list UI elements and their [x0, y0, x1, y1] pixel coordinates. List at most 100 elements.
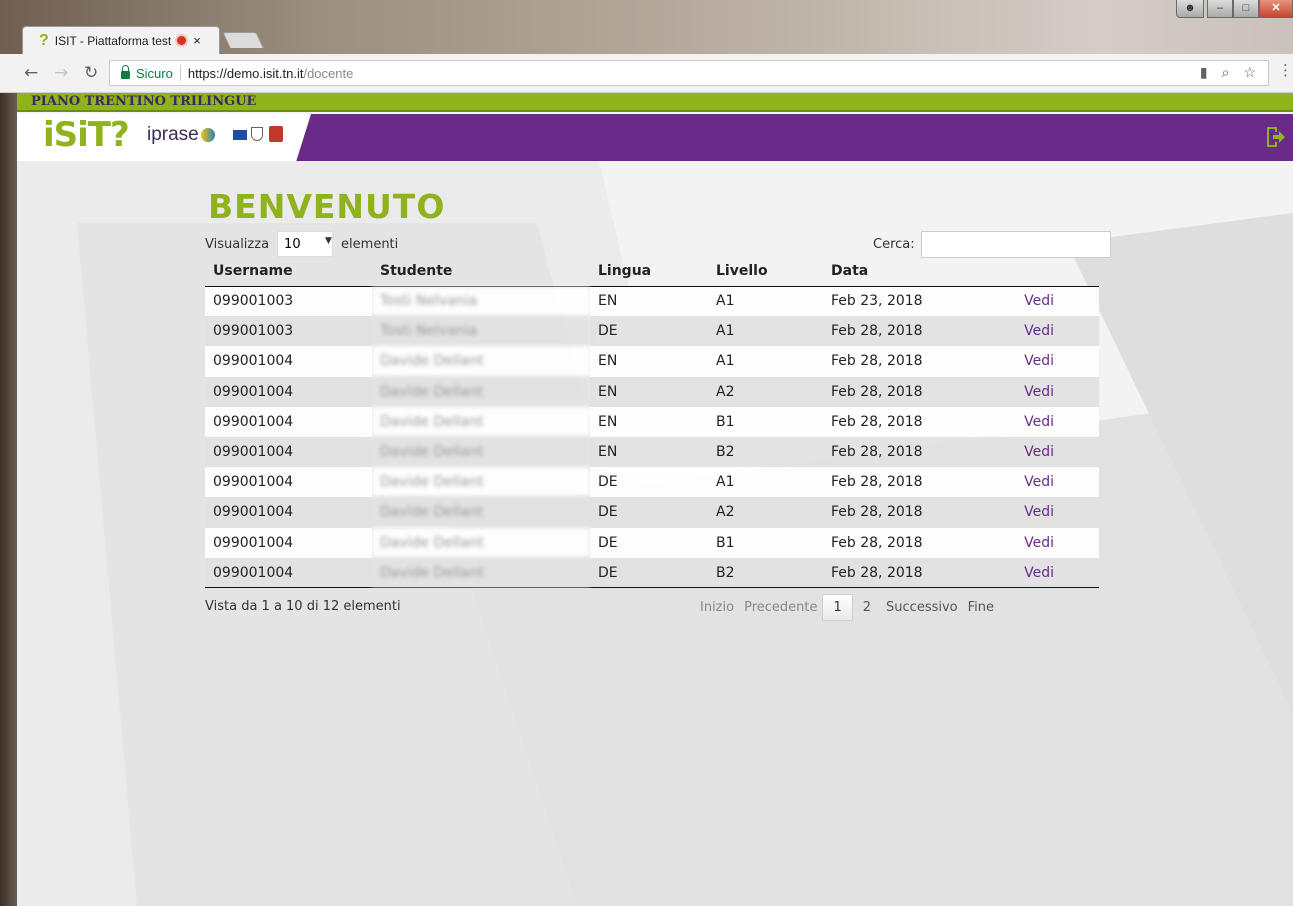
browser-titlebar: ? ISIT - Piattaforma test × ☻ – □ ✕ [0, 0, 1293, 54]
pager-first-button[interactable]: Inizio [695, 600, 739, 615]
cell-studente: Davide Dellant [372, 436, 590, 468]
cell-lingua: DE [590, 467, 708, 498]
vedi-link[interactable]: Vedi [973, 527, 1099, 558]
cell-lingua: EN [590, 346, 708, 377]
cell-username: 099001004 [205, 406, 372, 437]
page-length-select[interactable]: 10 [277, 231, 334, 257]
lock-icon [121, 64, 130, 79]
vedi-link[interactable]: Vedi [973, 467, 1099, 498]
eu-flag-icon [233, 130, 247, 140]
cell-livello: A1 [708, 346, 823, 377]
cell-livello: A1 [708, 467, 823, 498]
back-arrow-icon[interactable]: ← [24, 63, 38, 83]
cell-lingua: EN [590, 286, 708, 317]
cell-studente: Tosti Nelvania [372, 316, 590, 347]
vedi-link[interactable]: Vedi [973, 497, 1099, 528]
recording-icon [177, 36, 187, 45]
browser-toolbar: ← → ↻ Sicuro https://demo.isit.tn.it /do… [0, 54, 1293, 93]
search-control: Cerca: [873, 231, 1111, 258]
isit-logo[interactable]: iSiT? [43, 115, 130, 155]
program-title-bar: PIANO TRENTINO TRILINGUE [17, 93, 1293, 112]
vedi-link[interactable]: Vedi [973, 406, 1099, 437]
pager-page-1[interactable]: 1 [822, 594, 853, 621]
page-title: BENVENUTO [208, 187, 446, 226]
cell-data: Feb 28, 2018 [823, 497, 973, 528]
search-input[interactable] [920, 231, 1111, 258]
zoom-icon[interactable]: ⌕ [1222, 64, 1230, 81]
pager-previous-button[interactable]: Precedente [739, 600, 822, 615]
cell-username: 099001004 [205, 527, 372, 558]
pager-next-button[interactable]: Successivo [881, 600, 963, 615]
logout-icon[interactable] [1265, 126, 1285, 148]
vedi-link[interactable]: Vedi [973, 557, 1099, 589]
omnibox-separator [179, 65, 181, 81]
favicon-icon: ? [39, 31, 49, 49]
maximize-button[interactable]: □ [1233, 0, 1259, 18]
minimize-button[interactable]: – [1207, 0, 1233, 18]
cell-lingua: DE [590, 497, 708, 528]
cell-livello: A2 [708, 497, 823, 528]
cell-username: 099001004 [205, 346, 372, 377]
column-header-studente[interactable]: Studente [372, 256, 590, 287]
cell-studente: Davide Dellant [372, 557, 590, 589]
column-header-lingua[interactable]: Lingua [590, 256, 708, 287]
url-path: /docente [303, 65, 354, 81]
cell-data: Feb 28, 2018 [823, 467, 973, 498]
cell-livello: B2 [708, 436, 823, 468]
cell-lingua: DE [590, 316, 708, 347]
column-header-livello[interactable]: Livello [708, 256, 823, 287]
reload-icon[interactable]: ↻ [84, 63, 98, 83]
cell-lingua: DE [590, 527, 708, 558]
column-header-username[interactable]: Username [205, 256, 372, 287]
vedi-link[interactable]: Vedi [973, 376, 1099, 407]
cell-data: Feb 28, 2018 [823, 527, 973, 558]
cell-lingua: EN [590, 376, 708, 407]
vedi-link[interactable]: Vedi [973, 436, 1099, 468]
pager-page-2[interactable]: 2 [853, 595, 881, 620]
table-row: 099001004 Davide Dellant DE B2 Feb 28, 2… [205, 557, 1099, 589]
cell-lingua: EN [590, 406, 708, 437]
table-row: 099001004 Davide Dellant EN A1 Feb 28, 2… [205, 346, 1099, 377]
table-row: 099001004 Davide Dellant EN A2 Feb 28, 2… [205, 376, 1099, 407]
cell-data: Feb 28, 2018 [823, 346, 973, 377]
table-header-row: Username Studente Lingua Livello Data [205, 256, 1099, 287]
cell-username: 099001004 [205, 436, 372, 468]
cell-livello: A1 [708, 316, 823, 347]
iprase-logo-text: iprase [147, 124, 199, 145]
new-tab-button[interactable] [222, 32, 264, 48]
cell-data: Feb 23, 2018 [823, 286, 973, 317]
cell-data: Feb 28, 2018 [823, 376, 973, 407]
trentino-emblem-icon [269, 126, 283, 142]
star-icon[interactable]: ☆ [1243, 64, 1256, 81]
tab-close-button[interactable]: × [193, 33, 201, 48]
browser-tab[interactable]: ? ISIT - Piattaforma test × [22, 26, 220, 54]
cell-studente: Tosti Nelvania [372, 286, 590, 317]
program-title: PIANO TRENTINO TRILINGUE [31, 94, 257, 109]
camera-icon[interactable]: ▮ [1200, 64, 1208, 81]
table-row: 099001004 Davide Dellant EN B1 Feb 28, 2… [205, 406, 1099, 437]
vedi-link[interactable]: Vedi [973, 286, 1099, 317]
results-table: Username Studente Lingua Livello Data 09… [205, 256, 1099, 589]
cell-studente: Davide Dellant [372, 497, 590, 528]
cell-lingua: DE [590, 557, 708, 589]
cell-livello: A1 [708, 286, 823, 317]
forward-arrow-icon[interactable]: → [54, 63, 68, 83]
table-row: 099001003 Tosti Nelvania EN A1 Feb 23, 2… [205, 286, 1099, 317]
tab-title: ISIT - Piattaforma test [54, 33, 172, 48]
close-window-button[interactable]: ✕ [1259, 0, 1293, 18]
pager-last-button[interactable]: Fine [963, 600, 999, 615]
eu-partner-logos [233, 124, 299, 150]
browser-menu-icon[interactable]: ⋮ [1278, 61, 1293, 79]
search-label: Cerca: [873, 237, 915, 252]
column-header-data[interactable]: Data [823, 256, 973, 287]
iprase-swirl-icon [200, 127, 215, 142]
address-bar[interactable]: Sicuro https://demo.isit.tn.it /docente … [109, 60, 1269, 86]
user-icon[interactable]: ☻ [1176, 0, 1204, 18]
page-length-control: Visualizza 10 ▼ elementi [205, 231, 398, 257]
cell-data: Feb 28, 2018 [823, 316, 973, 347]
secure-label: Sicuro [136, 65, 173, 81]
vedi-link[interactable]: Vedi [973, 346, 1099, 377]
vedi-link[interactable]: Vedi [973, 316, 1099, 347]
cell-lingua: EN [590, 436, 708, 468]
cell-studente: Davide Dellant [372, 406, 590, 437]
